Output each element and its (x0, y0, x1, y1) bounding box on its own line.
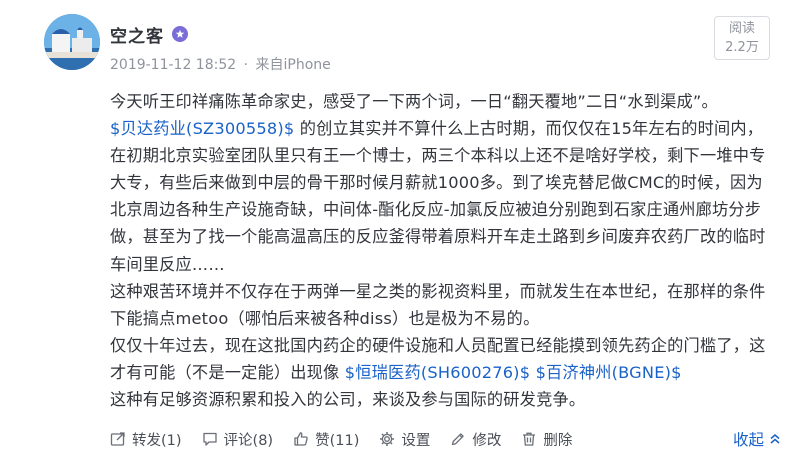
author-name[interactable]: 空之客 (110, 22, 164, 47)
post-meta: 2019-11-12 18:52 · 来自iPhone (110, 54, 331, 74)
post-source: 来自iPhone (255, 57, 331, 73)
settings-label: 设置 (401, 432, 431, 449)
post-date[interactable]: 2019-11-12 18:52 (110, 57, 236, 73)
collapse-label: 收起 (732, 431, 764, 449)
trash-icon (523, 432, 536, 446)
stock-link-hengrui[interactable]: $恒瑞医药(SH600276)$ (345, 363, 530, 382)
edit-label: 修改 (472, 432, 502, 449)
avatar-image (44, 14, 100, 70)
delete-button[interactable]: 删除 (521, 429, 572, 450)
collapse-button[interactable]: 收起 (733, 428, 782, 450)
settings-button[interactable]: 设置 (379, 429, 430, 450)
meta-separator: · (243, 57, 249, 73)
author-row: 空之客 (110, 22, 188, 47)
pencil-icon (452, 433, 465, 446)
comment-icon (202, 432, 217, 446)
like-label: 赞(11) (315, 432, 360, 449)
verified-badge-icon (172, 26, 188, 42)
repost-button[interactable]: 转发(1) (110, 429, 182, 450)
comment-button[interactable]: 评论(8) (202, 429, 274, 450)
paragraph-1-intro: 今天听王印祥痛陈革命家史，感受了一下两个词，一日“翻天覆地”二日“水到渠成”。 (110, 92, 718, 111)
edit-button[interactable]: 修改 (450, 429, 501, 450)
gear-icon (380, 432, 395, 446)
read-count-box: 阅读 2.2万 (714, 16, 770, 60)
like-button[interactable]: 赞(11) (293, 429, 359, 450)
repost-icon (110, 432, 125, 446)
stock-link-betta[interactable]: $贝达药业(SZ300558)$ (110, 119, 294, 138)
paragraph-3-tail: 这种有足够资源积累和投入的公司，来谈及参与国际的研发竞争。 (110, 390, 586, 410)
avatar[interactable] (44, 14, 100, 70)
delete-label: 删除 (543, 432, 573, 449)
chevron-up-double-icon (770, 434, 780, 444)
stock-link-beigene[interactable]: $百济神州(BGNE)$ (536, 363, 682, 382)
read-count: 2.2万 (725, 40, 759, 55)
action-bar: 转发(1) 评论(8) 赞(11) 设置 修改 删除 收起 (110, 426, 782, 452)
paragraph-1: 今天听王印祥痛陈革命家史，感受了一下两个词，一日“翻天覆地”二日“水到渠成”。 $… (110, 88, 772, 278)
post-content: 今天听王印祥痛陈革命家史，感受了一下两个词，一日“翻天覆地”二日“水到渠成”。 $… (110, 88, 772, 413)
paragraph-2: 这种艰苦环境并不仅存在于两弹一星之类的影视资料里，而就发生在本世纪，在那样的条件… (110, 281, 766, 328)
paragraph-3: 仅仅十年过去，现在这批国内药企的硬件设施和人员配置已经能摸到领先药企的门槛了，这… (110, 332, 772, 413)
repost-label: 转发(1) (132, 432, 182, 449)
thumbs-up-icon (294, 432, 308, 446)
read-label: 阅读 (728, 21, 755, 36)
comment-label: 评论(8) (223, 432, 274, 449)
paragraph-1-body: 的创立其实并不算什么上古时期，而仅仅在15年左右的时间内，在初期北京实验室团队里… (110, 119, 766, 274)
